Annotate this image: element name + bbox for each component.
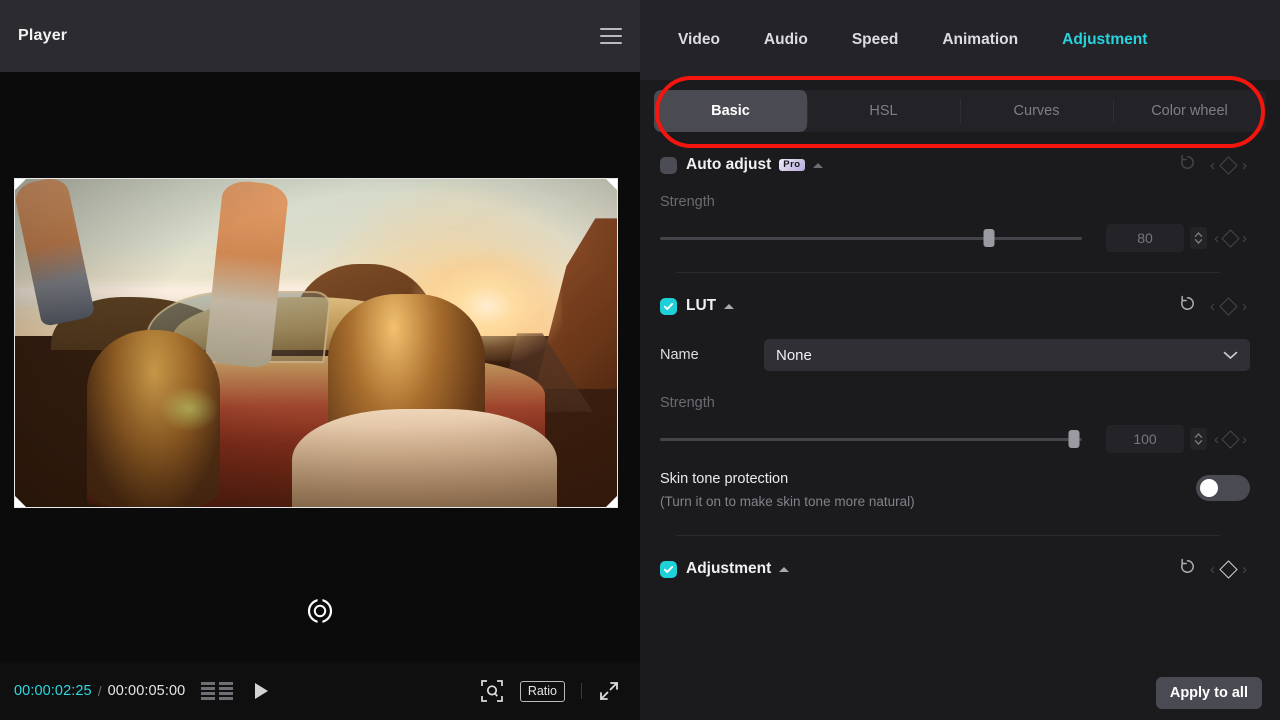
lut-strength-stepper[interactable]	[1190, 428, 1207, 450]
adjustment-section: Adjustment ‹ ›	[640, 546, 1280, 592]
subtab-basic[interactable]: Basic	[654, 90, 807, 132]
auto-adjust-label: Auto adjust	[686, 156, 772, 173]
subtab-color-wheel[interactable]: Color wheel	[1113, 90, 1266, 132]
auto-adjust-strength-slider[interactable]	[660, 229, 1082, 247]
player-pane: Player 00:00:02:25 / 00:00:05:00 Ratio	[0, 0, 640, 720]
auto-adjust-header: Auto adjust Pro ‹ ›	[656, 142, 1250, 188]
add-keyframe-icon[interactable]	[1221, 228, 1240, 248]
zoom-fit-icon[interactable]	[480, 679, 504, 703]
editor-window: Player 00:00:02:25 / 00:00:05:00 Ratio V…	[0, 0, 1280, 720]
apply-to-all-button[interactable]: Apply to all	[1155, 677, 1262, 709]
reset-rotation-icon[interactable]	[305, 596, 335, 626]
auto-adjust-tools: ‹ ›	[1178, 153, 1250, 177]
lut-section: LUT ‹ › Name None Strength 100 ‹ › Skin …	[640, 283, 1280, 536]
lut-strength-value[interactable]: 100	[1106, 425, 1184, 453]
timecode-separator: /	[97, 683, 102, 699]
next-keyframe-icon[interactable]: ›	[1239, 157, 1250, 174]
skin-tone-row: Skin tone protection (Turn it on to make…	[656, 471, 1250, 509]
auto-adjust-checkbox[interactable]	[660, 156, 677, 174]
adjustment-subtabs: Basic HSL Curves Color wheel	[640, 80, 1280, 132]
auto-adjust-strength-row: Strength 80 ‹ ›	[656, 194, 1250, 252]
current-timecode: 00:00:02:25	[14, 683, 92, 699]
subtab-hsl[interactable]: HSL	[807, 90, 960, 132]
player-toolbar: 00:00:02:25 / 00:00:05:00 Ratio	[0, 662, 640, 720]
skin-tone-toggle[interactable]	[1196, 475, 1250, 501]
chevron-down-icon	[1223, 347, 1238, 364]
next-keyframe-icon[interactable]: ›	[1239, 561, 1250, 578]
subtab-curves[interactable]: Curves	[960, 90, 1113, 132]
ratio-button[interactable]: Ratio	[519, 680, 565, 702]
lut-header: LUT ‹ ›	[656, 283, 1250, 329]
lut-name-row: Name None	[656, 339, 1250, 371]
lut-checkbox[interactable]	[660, 297, 677, 315]
skin-tone-hint: (Turn it on to make skin tone more natur…	[660, 494, 915, 509]
lut-name-label: Name	[660, 347, 699, 363]
tab-video[interactable]: Video	[656, 0, 742, 80]
chevron-up-icon[interactable]	[724, 303, 735, 309]
adjustment-tools: ‹ ›	[1178, 557, 1250, 581]
add-keyframe-icon[interactable]	[1221, 429, 1240, 449]
add-keyframe-icon[interactable]	[1219, 155, 1238, 175]
prev-keyframe-icon[interactable]: ‹	[1207, 157, 1218, 174]
adjustment-checkbox[interactable]	[660, 560, 677, 578]
video-image	[15, 179, 617, 507]
auto-adjust-strength-value[interactable]: 80	[1106, 224, 1184, 252]
add-keyframe-icon[interactable]	[1219, 296, 1238, 316]
play-icon[interactable]	[255, 683, 269, 699]
toolbar-divider	[581, 683, 582, 699]
tab-animation[interactable]: Animation	[920, 0, 1040, 80]
section-divider	[676, 535, 1220, 536]
inspector-content: Auto adjust Pro ‹ › Strength 80 ‹ › LUT …	[640, 132, 1280, 720]
player-right-tools: Ratio	[480, 679, 620, 703]
prev-keyframe-icon[interactable]: ‹	[1207, 298, 1218, 315]
skin-tone-title: Skin tone protection	[660, 471, 789, 487]
next-keyframe-icon[interactable]: ›	[1239, 298, 1250, 315]
fullscreen-icon[interactable]	[598, 680, 620, 702]
lut-strength-slider[interactable]	[660, 430, 1082, 448]
chevron-up-icon[interactable]	[812, 162, 823, 168]
filmstrip-icon[interactable]	[201, 682, 234, 700]
chevron-up-icon[interactable]	[779, 566, 790, 572]
auto-adjust-strength-label: Strength	[660, 194, 715, 210]
lut-label: LUT	[686, 297, 717, 314]
tab-adjustment[interactable]: Adjustment	[1040, 0, 1169, 80]
reset-icon[interactable]	[1178, 294, 1197, 318]
lut-strength-row: Strength 100 ‹ ›	[656, 395, 1250, 453]
lut-name-select[interactable]: None	[764, 339, 1250, 371]
video-preview[interactable]	[14, 178, 618, 508]
next-keyframe-icon[interactable]: ›	[1239, 230, 1250, 247]
adjustment-label: Adjustment	[686, 560, 772, 577]
inspector-footer: Apply to all	[640, 666, 1280, 720]
player-stage	[0, 72, 640, 662]
player-title: Player	[18, 27, 68, 44]
add-keyframe-icon[interactable]	[1219, 559, 1238, 579]
total-timecode: 00:00:05:00	[107, 683, 186, 699]
adjustment-header: Adjustment ‹ ›	[656, 546, 1250, 592]
lut-name-value: None	[776, 346, 812, 364]
next-keyframe-icon[interactable]: ›	[1239, 431, 1250, 448]
hamburger-icon[interactable]	[600, 28, 622, 44]
auto-adjust-strength-stepper[interactable]	[1190, 227, 1207, 249]
reset-icon[interactable]	[1178, 153, 1197, 177]
section-divider	[676, 272, 1220, 273]
player-header: Player	[0, 0, 640, 72]
inspector-panel: Video Audio Speed Animation Adjustment B…	[640, 0, 1280, 720]
prev-keyframe-icon[interactable]: ‹	[1207, 561, 1218, 578]
tab-speed[interactable]: Speed	[830, 0, 921, 80]
lut-strength-label: Strength	[660, 395, 715, 411]
reset-icon[interactable]	[1178, 557, 1197, 581]
inspector-tabbar: Video Audio Speed Animation Adjustment	[640, 0, 1280, 80]
tab-audio[interactable]: Audio	[742, 0, 830, 80]
pro-badge: Pro	[779, 158, 805, 172]
auto-adjust-section: Auto adjust Pro ‹ › Strength 80 ‹ ›	[640, 142, 1280, 273]
lut-tools: ‹ ›	[1178, 294, 1250, 318]
